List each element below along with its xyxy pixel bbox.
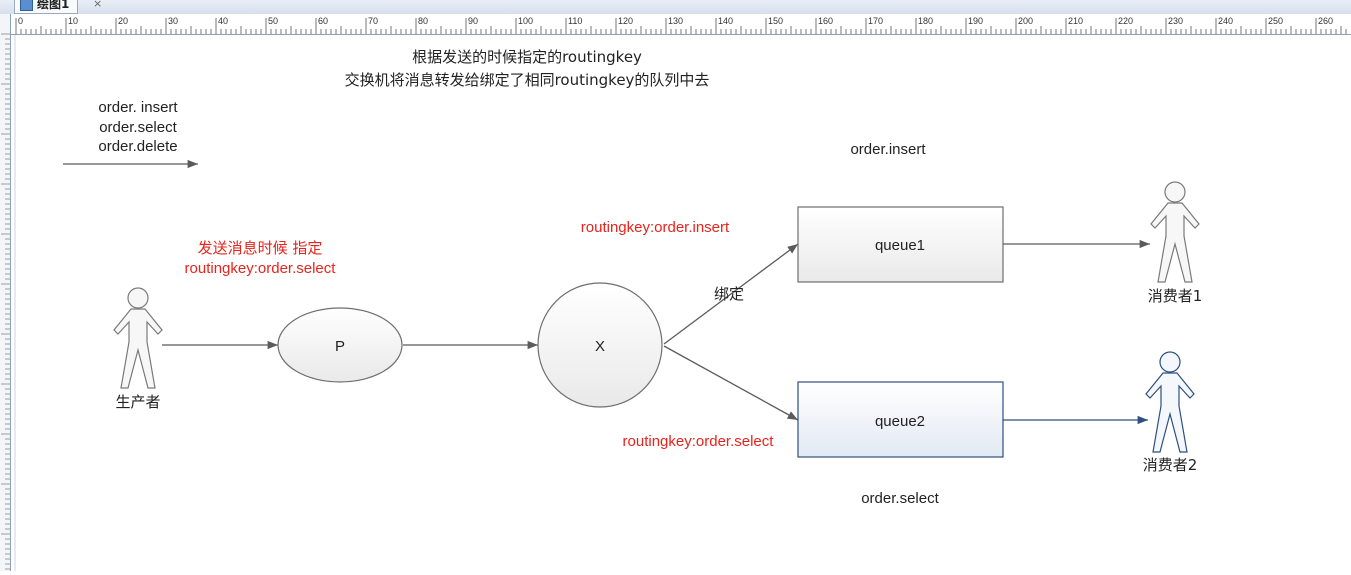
producer-figure[interactable] <box>113 287 163 389</box>
note-line-2: 交换机将消息转发给绑定了相同routingkey的队列中去 <box>345 71 710 89</box>
binding-label: 绑定 <box>714 285 744 303</box>
queue1-caption: order.insert <box>850 141 926 158</box>
consumer2-figure[interactable] <box>1145 351 1195 453</box>
producer-note-line-1: 发送消息时候 指定 <box>198 239 323 257</box>
consumer1-label: 消费者1 <box>1148 287 1203 305</box>
consumer2-label: 消费者2 <box>1143 456 1198 474</box>
legend-key-insert: order. insert <box>98 99 178 116</box>
diagram-canvas: 根据发送的时候指定的routingkey 交换机将消息转发给绑定了相同routi… <box>14 35 1203 571</box>
routing-key-select: routingkey:order.select <box>623 433 775 450</box>
queue2-caption: order.select <box>861 490 939 507</box>
queue1-label: queue1 <box>875 237 925 254</box>
producer-label: 生产者 <box>115 393 160 411</box>
queue2-label: queue2 <box>875 413 925 430</box>
producer-note-line-2: routingkey:order.select <box>185 260 337 277</box>
publisher-label: P <box>335 338 345 355</box>
routing-key-insert: routingkey:order.insert <box>581 219 730 236</box>
exchange-label: X <box>595 338 605 355</box>
edge-x-to-queue2 <box>663 345 799 421</box>
legend-key-delete: order.delete <box>98 138 177 155</box>
note-line-1: 根据发送的时候指定的routingkey <box>412 48 642 66</box>
consumer1-figure[interactable] <box>1150 181 1200 283</box>
legend-key-select: order.select <box>99 119 177 136</box>
